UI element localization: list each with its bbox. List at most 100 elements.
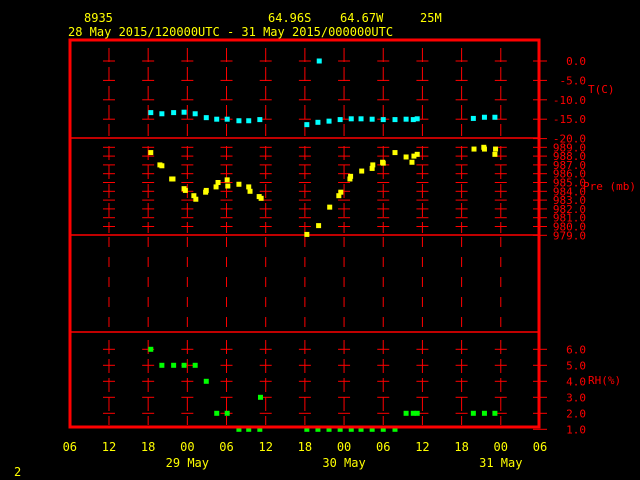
temperature-point	[181, 109, 187, 115]
pressure-point	[193, 196, 199, 202]
temperature-point	[470, 115, 476, 121]
temperature-tick-label: 0.0	[566, 55, 586, 68]
pressure-point	[258, 195, 264, 201]
relative-humidity-axis-label: RH(%)	[588, 374, 621, 387]
meteogram-chart: 8935 64.96S 64.67W 25M 28 May 2015/12000…	[14, 11, 636, 479]
temperature-point	[316, 58, 322, 64]
temperature-tick-label: -15.0	[553, 113, 586, 126]
temperature-point	[304, 122, 310, 128]
x-tick-label: 06	[376, 440, 390, 454]
relative-humidity-point	[224, 410, 230, 416]
x-tick-label: 12	[415, 440, 429, 454]
temperature-point	[380, 117, 386, 123]
pressure-point	[182, 187, 188, 193]
relative-humidity-point	[492, 410, 498, 416]
temperature-point	[481, 114, 487, 120]
temperature-point	[414, 116, 420, 122]
temperature-axis-label: T(C)	[588, 83, 615, 96]
temperature-tick-label: -10.0	[553, 94, 586, 107]
temperature-point	[171, 110, 177, 116]
pressure-point	[471, 146, 477, 152]
station-id: 8935	[84, 11, 113, 25]
x-tick-label: 18	[298, 440, 312, 454]
relative-humidity-point	[148, 346, 154, 352]
pressure-point	[304, 231, 310, 237]
relative-humidity-point	[159, 362, 165, 368]
temperature-point	[246, 118, 252, 124]
pressure-point	[492, 151, 498, 157]
station-latitude: 64.96S	[268, 11, 311, 25]
temperature-point	[348, 116, 354, 122]
temperature-point	[392, 117, 398, 123]
temperature-point	[159, 111, 165, 117]
station-elevation: 25M	[420, 11, 442, 25]
pressure-point	[327, 204, 333, 210]
x-tick-label: 18	[141, 440, 155, 454]
temperature-point	[337, 117, 343, 123]
temperature-point	[192, 111, 198, 117]
relative-humidity-point	[181, 362, 187, 368]
pressure-point	[493, 146, 499, 152]
pressure-point	[247, 188, 253, 194]
pressure-tick-label: 979.0	[553, 229, 586, 242]
x-tick-label: 12	[258, 440, 272, 454]
x-tick-label: 18	[454, 440, 468, 454]
date-label: 30 May	[322, 456, 365, 470]
temperature-tick-label: -5.0	[560, 74, 587, 87]
pressure-point	[225, 183, 231, 189]
pressure-point	[203, 187, 209, 193]
temperature-point	[403, 116, 409, 122]
x-tick-label: 00	[180, 440, 194, 454]
temperature-point	[369, 116, 375, 122]
pressure-point	[236, 181, 242, 187]
temperature-point	[315, 119, 321, 125]
relative-humidity-point	[171, 362, 177, 368]
pressure-point	[213, 184, 219, 190]
relative-humidity-point	[403, 410, 409, 416]
pressure-point	[148, 150, 154, 156]
x-tick-label: 06	[63, 440, 77, 454]
temperature-point	[148, 110, 154, 116]
date-label: 29 May	[166, 456, 209, 470]
pressure-point	[316, 223, 322, 229]
relative-humidity-point	[481, 410, 487, 416]
pressure-point	[338, 189, 344, 195]
temperature-point	[203, 115, 209, 121]
relative-humidity-tick-label: 4.0	[566, 375, 586, 388]
pressure-point	[159, 163, 165, 169]
date-label: 31 May	[479, 456, 522, 470]
relative-humidity-point	[214, 410, 220, 416]
pressure-point	[215, 180, 221, 185]
pressure-point	[246, 184, 252, 190]
temperature-point	[224, 116, 230, 122]
relative-humidity-tick-label: 6.0	[566, 343, 586, 356]
data-points	[148, 58, 499, 432]
relative-humidity-point	[257, 394, 263, 400]
x-tick-label: 06	[533, 440, 547, 454]
pressure-point	[170, 176, 176, 182]
relative-humidity-tick-label: 1.0	[566, 423, 586, 436]
x-tick-label: 06	[219, 440, 233, 454]
pressure-point	[224, 177, 230, 183]
relative-humidity-point	[470, 410, 476, 416]
temperature-point	[326, 118, 332, 124]
x-tick-label: 00	[337, 440, 351, 454]
station-longitude: 64.67W	[340, 11, 384, 25]
temperature-point	[236, 118, 242, 124]
pressure-point	[403, 154, 409, 160]
relative-humidity-point	[414, 410, 420, 416]
pressure-point	[409, 159, 415, 165]
temperature-point	[257, 117, 263, 123]
page-number: 2	[14, 465, 21, 479]
time-period: 28 May 2015/120000UTC - 31 May 2015/0000…	[68, 25, 393, 39]
pressure-point	[481, 146, 487, 152]
x-tick-label: 12	[102, 440, 116, 454]
pressure-point	[380, 160, 386, 166]
relative-humidity-point	[203, 378, 209, 384]
temperature-point	[214, 116, 220, 122]
pressure-axis-label: Pre (mb)	[583, 180, 636, 193]
pressure-point	[414, 151, 420, 157]
relative-humidity-tick-label: 2.0	[566, 407, 586, 420]
temperature-point	[492, 114, 498, 120]
pressure-point	[392, 150, 398, 156]
